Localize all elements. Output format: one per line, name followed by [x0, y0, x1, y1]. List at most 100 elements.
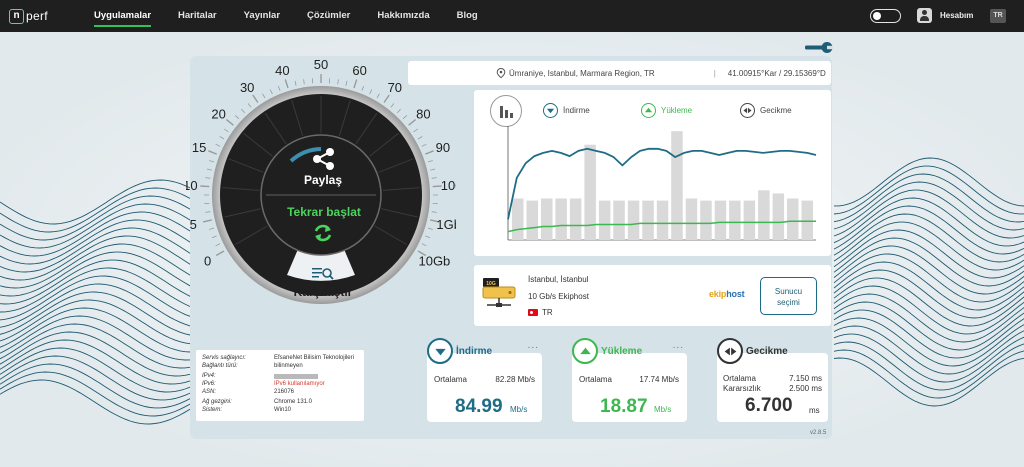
- gauge-tick: [277, 85, 281, 91]
- gauge-tick: [215, 143, 221, 147]
- conn-row-isp: Servis sağlayıcı: EfsaneNet Bilisim Tekn…: [202, 355, 364, 363]
- upload-result-title: Yükleme: [601, 345, 643, 357]
- ping-jitter-value: 2.500 ms: [789, 384, 822, 393]
- gauge-scale-label: 10Gb: [418, 254, 450, 269]
- account-button[interactable]: Hesabım: [917, 8, 973, 23]
- user-icon: [917, 8, 932, 23]
- gauge-tick: [219, 136, 225, 140]
- download-result-card: İndirme ... Ortalama 82.28 Mb/s 84.99 Mb…: [427, 338, 542, 422]
- ping-result-card: Gecikme Ortalama 7.150 ms Kararsızlık 2.…: [717, 338, 828, 422]
- logo-mark-icon: n: [9, 8, 24, 24]
- conn-row-browser: Ağ gezgini: Chrome 131.0: [202, 399, 364, 407]
- gauge-tick: [431, 177, 437, 179]
- gauge-tick: [215, 250, 225, 257]
- gauge-tick: [303, 79, 305, 85]
- gauge-scale-label: 30: [240, 80, 254, 95]
- gauge-scale-label: 15: [192, 140, 206, 155]
- nav-item-applications[interactable]: Uygulamalar: [94, 0, 152, 32]
- conn-row-system: Sistem: Win10: [202, 407, 364, 415]
- ping-bar: [729, 200, 741, 240]
- gauge-tick: [425, 235, 431, 239]
- location-bar: Ümraniye, Istanbul, Marmara Region, TR |…: [408, 61, 831, 85]
- speed-graph-card: İndirme Yükleme Gecikme: [474, 90, 831, 256]
- gauge-tick: [430, 168, 436, 171]
- conn-key-system: Sistem:: [202, 407, 223, 413]
- gauge-tick: [421, 243, 427, 247]
- server-select-label-2: seçimi: [777, 298, 800, 307]
- nav-item-blog[interactable]: Blog: [457, 0, 478, 32]
- nav-item-about[interactable]: Hakkımızda: [377, 0, 429, 32]
- nav-item-maps[interactable]: Haritalar: [178, 0, 217, 32]
- svg-text:10G: 10G: [486, 281, 496, 287]
- gauge-tick: [234, 115, 240, 120]
- main-nav: Uygulamalar Haritalar Yayınlar Çözümler …: [94, 0, 505, 32]
- upload-speed-unit: Mb/s: [654, 405, 672, 414]
- server-icon: 10G: [482, 278, 516, 307]
- gauge-tick: [205, 211, 211, 213]
- upload-result-card: Yükleme ... Ortalama 17.74 Mb/s 18.87 Mb…: [572, 338, 687, 422]
- gauge-tick: [431, 211, 437, 213]
- gauge-tick: [345, 80, 348, 86]
- upload-speed-value: 18.87: [600, 396, 648, 417]
- compare-label: Karşılaştır: [294, 285, 353, 299]
- location-separator: |: [713, 68, 716, 78]
- upload-more-button[interactable]: ...: [673, 340, 684, 351]
- nperf-logo[interactable]: n perf: [9, 7, 48, 25]
- gauge-tick: [209, 160, 215, 163]
- location-text: Ümraniye, Istanbul, Marmara Region, TR: [509, 68, 655, 78]
- sponsor-logo[interactable]: ekiphost: [709, 289, 745, 299]
- gauge-scale-label: 70: [388, 80, 402, 95]
- gauge-tick: [376, 93, 380, 99]
- account-label: Hesabım: [940, 11, 974, 20]
- download-speed-value: 84.99: [455, 396, 503, 417]
- upload-average-value: 17.74 Mb/s: [639, 375, 679, 384]
- gauge-tick: [337, 79, 339, 85]
- ping-bar: [772, 193, 785, 240]
- ping-result-header: Gecikme: [717, 338, 837, 364]
- nav-item-publications[interactable]: Yayınlar: [244, 0, 280, 32]
- ping-bar: [801, 200, 813, 240]
- gauge-scale-label: 1Gb: [436, 217, 456, 232]
- gauge-tick: [353, 79, 358, 89]
- settings-wrench-icon[interactable]: [803, 40, 833, 55]
- ping-result-icon: [717, 338, 743, 364]
- ping-bar: [714, 200, 727, 240]
- conn-key-isp: Servis sağlayıcı:: [202, 355, 246, 361]
- ping-bar: [512, 198, 524, 240]
- turkey-flag-icon: [528, 309, 538, 316]
- download-average-row: Ortalama 82.28 Mb/s: [434, 375, 535, 384]
- download-more-button[interactable]: ...: [528, 340, 539, 351]
- conn-row-asn: ASN: 216076: [202, 389, 364, 397]
- conn-value-connection-type: bilinmeyen: [274, 363, 303, 369]
- gauge-scale-label: 20: [211, 106, 225, 121]
- upload-result-icon: [572, 338, 598, 364]
- conn-value-browser: Chrome 131.0: [274, 399, 313, 405]
- gauge-tick: [408, 119, 417, 126]
- gauge-scale-label: 10: [186, 178, 198, 193]
- server-city: İstanbul, İstanbul: [528, 275, 589, 284]
- server-select-button[interactable]: Sunucu seçimi: [760, 277, 817, 315]
- ping-jitter-label: Kararsızlık: [723, 384, 761, 393]
- restart-label: Tekrar başlat: [287, 205, 361, 219]
- conn-key-browser: Ağ gezgini:: [202, 399, 232, 405]
- conn-value-ipv6: IPv6 kullanılamıyor: [274, 381, 325, 387]
- upload-average-row: Ortalama 17.74 Mb/s: [579, 375, 679, 384]
- gauge-tick: [427, 227, 433, 230]
- gauge-tick: [425, 150, 434, 155]
- gauge-tick: [383, 94, 390, 103]
- gauge-tick: [396, 108, 401, 114]
- ping-unit: ms: [809, 406, 820, 415]
- speed-gauge: Paylaş Tekrar başlat Karşılaştır 0 5 10 15 2…: [186, 60, 456, 304]
- download-result-title: İndirme: [456, 345, 493, 357]
- ping-average-label: Ortalama: [723, 374, 756, 383]
- gauge-tick: [202, 219, 212, 223]
- nav-item-solutions[interactable]: Çözümler: [307, 0, 350, 32]
- theme-toggle[interactable]: [870, 9, 901, 23]
- ping-bar: [656, 200, 669, 240]
- gauge-scale-label: 50: [314, 60, 328, 72]
- conn-key-asn: ASN:: [202, 389, 217, 395]
- language-selector[interactable]: TR: [990, 9, 1006, 23]
- gauge-tick: [241, 108, 246, 114]
- gauge-scale-label: 40: [275, 63, 289, 78]
- gauge-scale-label: 90: [436, 140, 450, 155]
